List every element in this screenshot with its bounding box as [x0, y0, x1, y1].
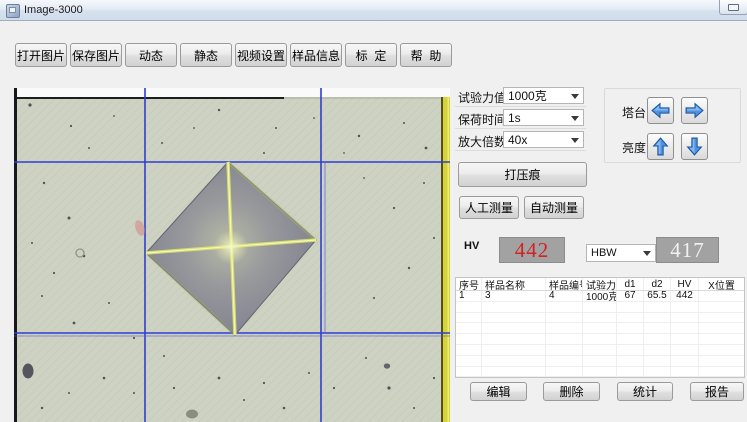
arrow-up-icon — [651, 137, 670, 156]
results-table: 序号 样品名称 样品编号 试验力 d1 d2 HV X位置 1 3 4 1000… — [455, 277, 745, 378]
auto-measure-button[interactable]: 自动测量 — [524, 196, 584, 219]
window-titlebar: Image-3000 — [0, 0, 747, 21]
table-cell: 65.5 — [644, 291, 671, 301]
turret-right-button[interactable] — [681, 97, 708, 124]
hardness-scale-value: HBW — [591, 247, 617, 259]
manual-measure-button[interactable]: 人工测量 — [459, 196, 519, 219]
turret-label: 塔台 — [622, 104, 646, 121]
magnification-label: 放大倍数 — [458, 133, 506, 150]
statistics-button[interactable]: 统计 — [617, 382, 673, 401]
table-row-empty — [456, 334, 744, 345]
brightness-down-button[interactable] — [681, 133, 708, 160]
minimize-button[interactable] — [719, 0, 747, 15]
arrow-right-icon — [685, 101, 704, 120]
converted-value-box: 417 — [656, 237, 719, 263]
table-row[interactable]: 1 3 4 1000克 67 65.5 442 — [456, 291, 744, 302]
table-header-cell: 序号 — [456, 278, 482, 290]
hold-time-select[interactable]: 1s — [503, 109, 584, 126]
test-force-label: 试验力值 — [458, 89, 506, 106]
microscope-image — [14, 88, 450, 422]
sample-info-button[interactable]: 样品信息 — [290, 43, 342, 67]
brightness-label: 亮度 — [622, 139, 646, 156]
save-image-button[interactable]: 保存图片 — [70, 43, 122, 67]
arrow-left-icon — [651, 101, 670, 120]
dynamic-button[interactable]: 动态 — [125, 43, 177, 67]
report-button[interactable]: 报告 — [690, 382, 744, 401]
table-row-empty — [456, 367, 744, 378]
magnification-row: 放大倍数 40x — [455, 129, 586, 151]
table-row-empty — [456, 323, 744, 334]
help-button[interactable]: 帮 助 — [400, 43, 452, 67]
table-cell: 3 — [482, 291, 546, 301]
hold-time-label: 保荷时间 — [458, 111, 506, 128]
arrow-down-icon — [685, 137, 704, 156]
video-settings-button[interactable]: 视频设置 — [235, 43, 287, 67]
table-header-cell: d2 — [644, 278, 671, 290]
table-row-empty — [456, 302, 744, 313]
table-cell — [699, 291, 744, 301]
table-header-cell: 样品名称 — [482, 278, 546, 290]
chevron-down-icon — [571, 94, 579, 99]
chevron-down-icon — [643, 251, 651, 256]
turret-left-button[interactable] — [647, 97, 674, 124]
image-3000-window: { "window": { "title": "Image-3000" }, "… — [0, 0, 747, 422]
hv-label: HV — [464, 240, 479, 252]
magnification-value: 40x — [508, 133, 527, 147]
table-header-cell: X位置 — [699, 278, 744, 290]
chevron-down-icon — [571, 138, 579, 143]
magnification-select[interactable]: 40x — [503, 131, 584, 148]
table-row-empty — [456, 313, 744, 324]
table-cell: 1 — [456, 291, 482, 301]
static-button[interactable]: 静态 — [180, 43, 232, 67]
table-header-row: 序号 样品名称 样品编号 试验力 d1 d2 HV X位置 — [456, 278, 744, 291]
table-header-cell: d1 — [617, 278, 644, 290]
table-cell: 442 — [671, 291, 699, 301]
app-icon — [6, 4, 20, 18]
chevron-down-icon — [571, 116, 579, 121]
table-header-cell: 样品编号 — [546, 278, 583, 290]
hardness-scale-select[interactable]: HBW — [586, 244, 656, 262]
stage-controls-group: 塔台 亮度 — [604, 88, 741, 163]
open-image-button[interactable]: 打开图片 — [15, 43, 67, 67]
table-cell: 67 — [617, 291, 644, 301]
hold-time-value: 1s — [508, 111, 521, 125]
hv-value-box: 442 — [499, 237, 565, 263]
hold-time-row: 保荷时间 1s — [455, 107, 586, 129]
window-title: Image-3000 — [24, 4, 83, 16]
edit-button[interactable]: 编辑 — [470, 382, 527, 401]
test-force-value: 1000克 — [508, 87, 547, 104]
make-indent-button[interactable]: 打压痕 — [458, 162, 587, 187]
table-header-cell: 试验力 — [583, 278, 617, 290]
test-force-select[interactable]: 1000克 — [503, 87, 584, 104]
minimize-icon — [728, 4, 739, 11]
test-force-row: 试验力值 1000克 — [455, 85, 586, 107]
delete-button[interactable]: 删除 — [543, 382, 600, 401]
table-cell: 4 — [546, 291, 583, 301]
table-row-empty — [456, 356, 744, 367]
table-header-cell: HV — [671, 278, 699, 290]
microscope-view[interactable] — [14, 88, 450, 422]
right-edge-stripe — [441, 97, 450, 422]
brightness-up-button[interactable] — [647, 133, 674, 160]
table-cell: 1000克 — [583, 291, 617, 301]
calibration-button[interactable]: 标 定 — [345, 43, 397, 67]
video-top-strip — [16, 88, 450, 97]
table-row-empty — [456, 345, 744, 356]
